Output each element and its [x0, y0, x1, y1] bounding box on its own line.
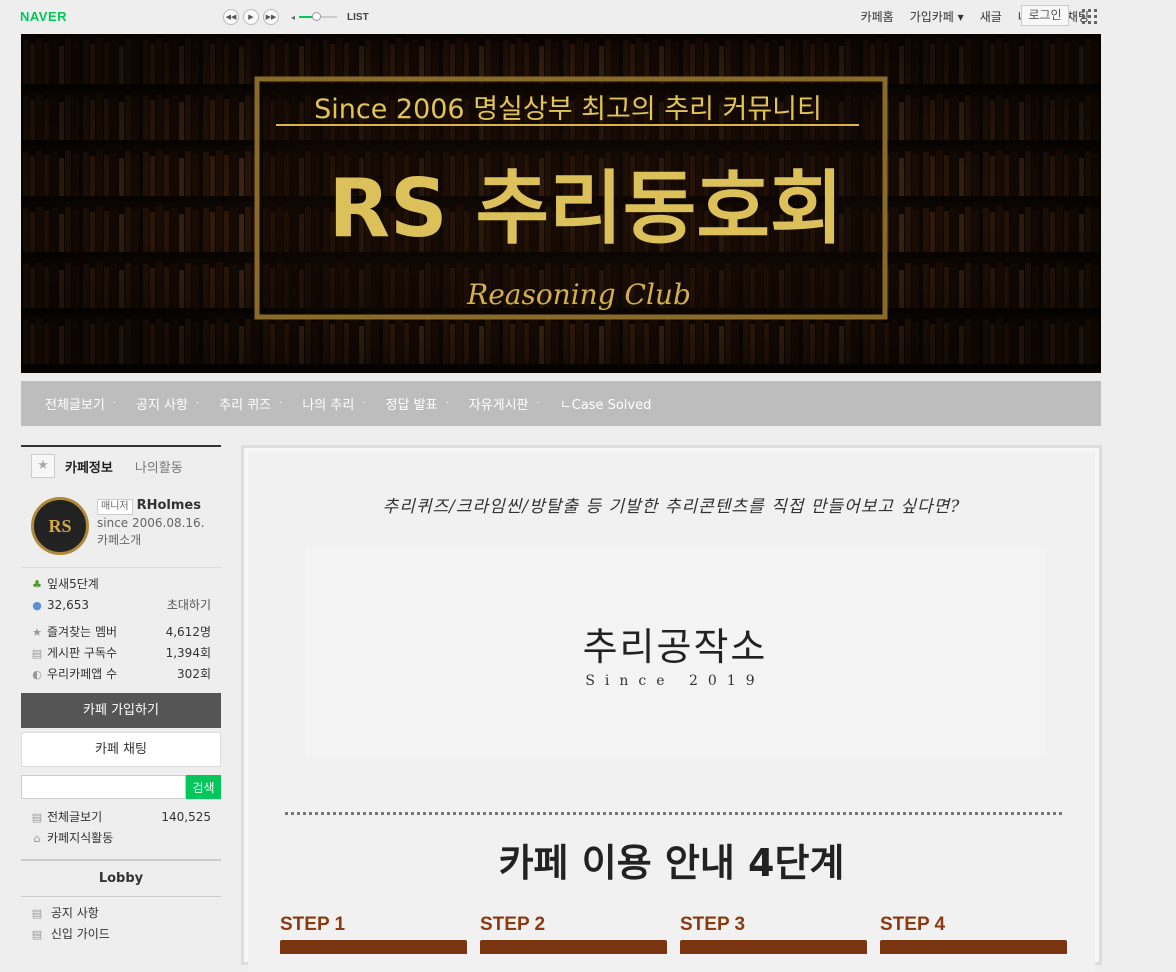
profile-info: 매니저 RHolmes since 2006.08.16. 카페소개 [97, 497, 205, 555]
member-count[interactable]: 32,653 [47, 598, 89, 612]
menu-answers[interactable]: 정답 발표 [386, 394, 438, 413]
cafe-search: 검색 [21, 775, 221, 799]
login-button[interactable]: 로그인 [1021, 5, 1069, 26]
rss-icon: ▤ [31, 647, 43, 660]
headline: 추리퀴즈/크라임씬/방탈출 등 기발한 추리콘텐츠를 직접 만들어보고 싶다면? [382, 497, 961, 517]
cafe-profile: RS 매니저 RHolmes since 2006.08.16. 카페소개 [21, 497, 221, 568]
new-posts-link[interactable]: 새글 [972, 8, 1010, 25]
board-menu: 전체글보기 · 공지 사항 · 추리 퀴즈 · 나의 추리 · 정답 발표 · 자유게시판… [21, 381, 1101, 426]
stat-row: ★ 즐겨찾는 멤버 4,612명 [21, 622, 221, 643]
sidebar: ★ 카페정보 나의활동 RS 매니저 RHolmes since 2006.08.… [21, 445, 221, 945]
invite-link[interactable]: 초대하기 [167, 595, 211, 616]
cafe-intro-link[interactable]: 카페소개 [97, 532, 205, 549]
app-icon: ◐ [32, 668, 42, 681]
speaker-icon: ◂ [291, 12, 296, 22]
top-bar: NAVER ◀◀ ▶ ▶▶ ◂ LIST 카페홈 가입카페 ▾ 새글 내소식 채… [0, 0, 1176, 34]
cap-icon: ⌂ [33, 832, 41, 845]
since-date: since 2006.08.16. [97, 516, 205, 530]
banner-title: RS 추리동호회 [328, 162, 843, 255]
naver-logo[interactable]: NAVER [20, 9, 67, 24]
stat-row: ▤ 게시판 구독수 1,394회 [21, 643, 221, 664]
cafe-chat-button[interactable]: 카페 채팅 [21, 732, 221, 767]
favorite-star-icon[interactable]: ★ [31, 454, 55, 478]
apps-grid-icon[interactable] [1082, 9, 1097, 24]
knowledge-activity-row[interactable]: ⌂ 카페지식활동 [21, 828, 221, 849]
prev-track-button[interactable]: ◀◀ [223, 9, 239, 25]
search-button[interactable]: 검색 [186, 775, 221, 799]
menu-notice[interactable]: 공지 사항 [136, 394, 188, 413]
volume-control[interactable]: ◂ [291, 12, 338, 22]
menu-my-reasoning[interactable]: 나의 추리 [302, 394, 354, 413]
joined-cafe-dropdown[interactable]: 가입카페 ▾ [902, 8, 972, 25]
volume-slider[interactable] [299, 12, 338, 21]
step-card[interactable]: STEP 2 [480, 914, 667, 954]
cafe-home-link[interactable]: 카페홈 [853, 8, 902, 25]
lobby-header: Lobby [21, 859, 221, 897]
sidebar-tabs: ★ 카페정보 나의활동 [21, 445, 221, 485]
board-icon: ▤ [31, 928, 43, 941]
menu-all-posts[interactable]: 전체글보기 [45, 394, 105, 413]
manager-name[interactable]: RHolmes [137, 498, 201, 513]
post-body: 추리퀴즈/크라임씬/방탈출 등 기발한 추리콘텐츠를 직접 만들어보고 싶다면?… [248, 452, 1095, 972]
member-count-row: ● 32,653 초대하기 [21, 595, 221, 616]
menu-case-solved[interactable]: ㄴCase Solved [560, 394, 652, 413]
steps-row: STEP 1 STEP 2 STEP 3 STEP 4 [280, 914, 1067, 954]
star-icon: ★ [32, 626, 42, 639]
main-content: 추리퀴즈/크라임씬/방탈출 등 기발한 추리콘텐츠를 직접 만들어보고 싶다면?… [241, 445, 1102, 972]
search-input[interactable] [21, 775, 186, 799]
join-cafe-button[interactable]: 카페 가입하기 [21, 693, 221, 728]
next-track-button[interactable]: ▶▶ [263, 9, 279, 25]
step-card[interactable]: STEP 1 [280, 914, 467, 954]
members-icon: ● [32, 599, 42, 612]
step-card[interactable]: STEP 3 [680, 914, 867, 954]
all-posts-row[interactable]: ▤ 전체글보기 140,525 [21, 807, 221, 828]
playlist-button[interactable]: LIST [347, 12, 369, 23]
music-player: ◀◀ ▶ ▶▶ ◂ LIST [223, 9, 369, 25]
cafe-logo-text: RS [48, 515, 72, 536]
guide-title: 카페 이용 안내 4단계 [498, 841, 845, 885]
dotted-divider [285, 812, 1062, 815]
menu-free-board[interactable]: 자유게시판 [469, 394, 529, 413]
workshop-title: 추리공작소 [582, 624, 768, 669]
manager-badge: 매니저 [97, 499, 133, 515]
tab-cafe-info[interactable]: 카페정보 [65, 457, 113, 476]
cafe-logo: RS [31, 497, 89, 555]
workshop-since: Since 2019 [585, 672, 765, 689]
board-icon: ▤ [31, 907, 43, 920]
tab-my-activity[interactable]: 나의활동 [135, 457, 183, 476]
banner-tagline: Since 2006 명실상부 최고의 추리 커뮤니티 [314, 94, 822, 125]
workshop-banner[interactable]: 추리공작소 Since 2019 [305, 548, 1045, 756]
list-icon: ▤ [31, 811, 43, 824]
volume-knob[interactable] [312, 12, 322, 21]
play-button[interactable]: ▶ [243, 9, 259, 25]
board-item[interactable]: ▤ 공지 사항 [21, 903, 221, 924]
board-item[interactable]: ▤ 신입 가이드 [21, 924, 221, 945]
menu-quiz[interactable]: 추리 퀴즈 [219, 394, 271, 413]
cafe-banner[interactable]: Since 2006 명실상부 최고의 추리 커뮤니티 RS 추리동호회 Rea… [21, 34, 1101, 373]
leaf-icon: ♣ [32, 578, 42, 591]
step-card[interactable]: STEP 4 [880, 914, 1067, 954]
banner-script: Reasoning Club [466, 278, 691, 311]
stat-row: ◐ 우리카페앱 수 302회 [21, 664, 221, 685]
cafe-level: ♣ 잎새5단계 [21, 574, 221, 595]
